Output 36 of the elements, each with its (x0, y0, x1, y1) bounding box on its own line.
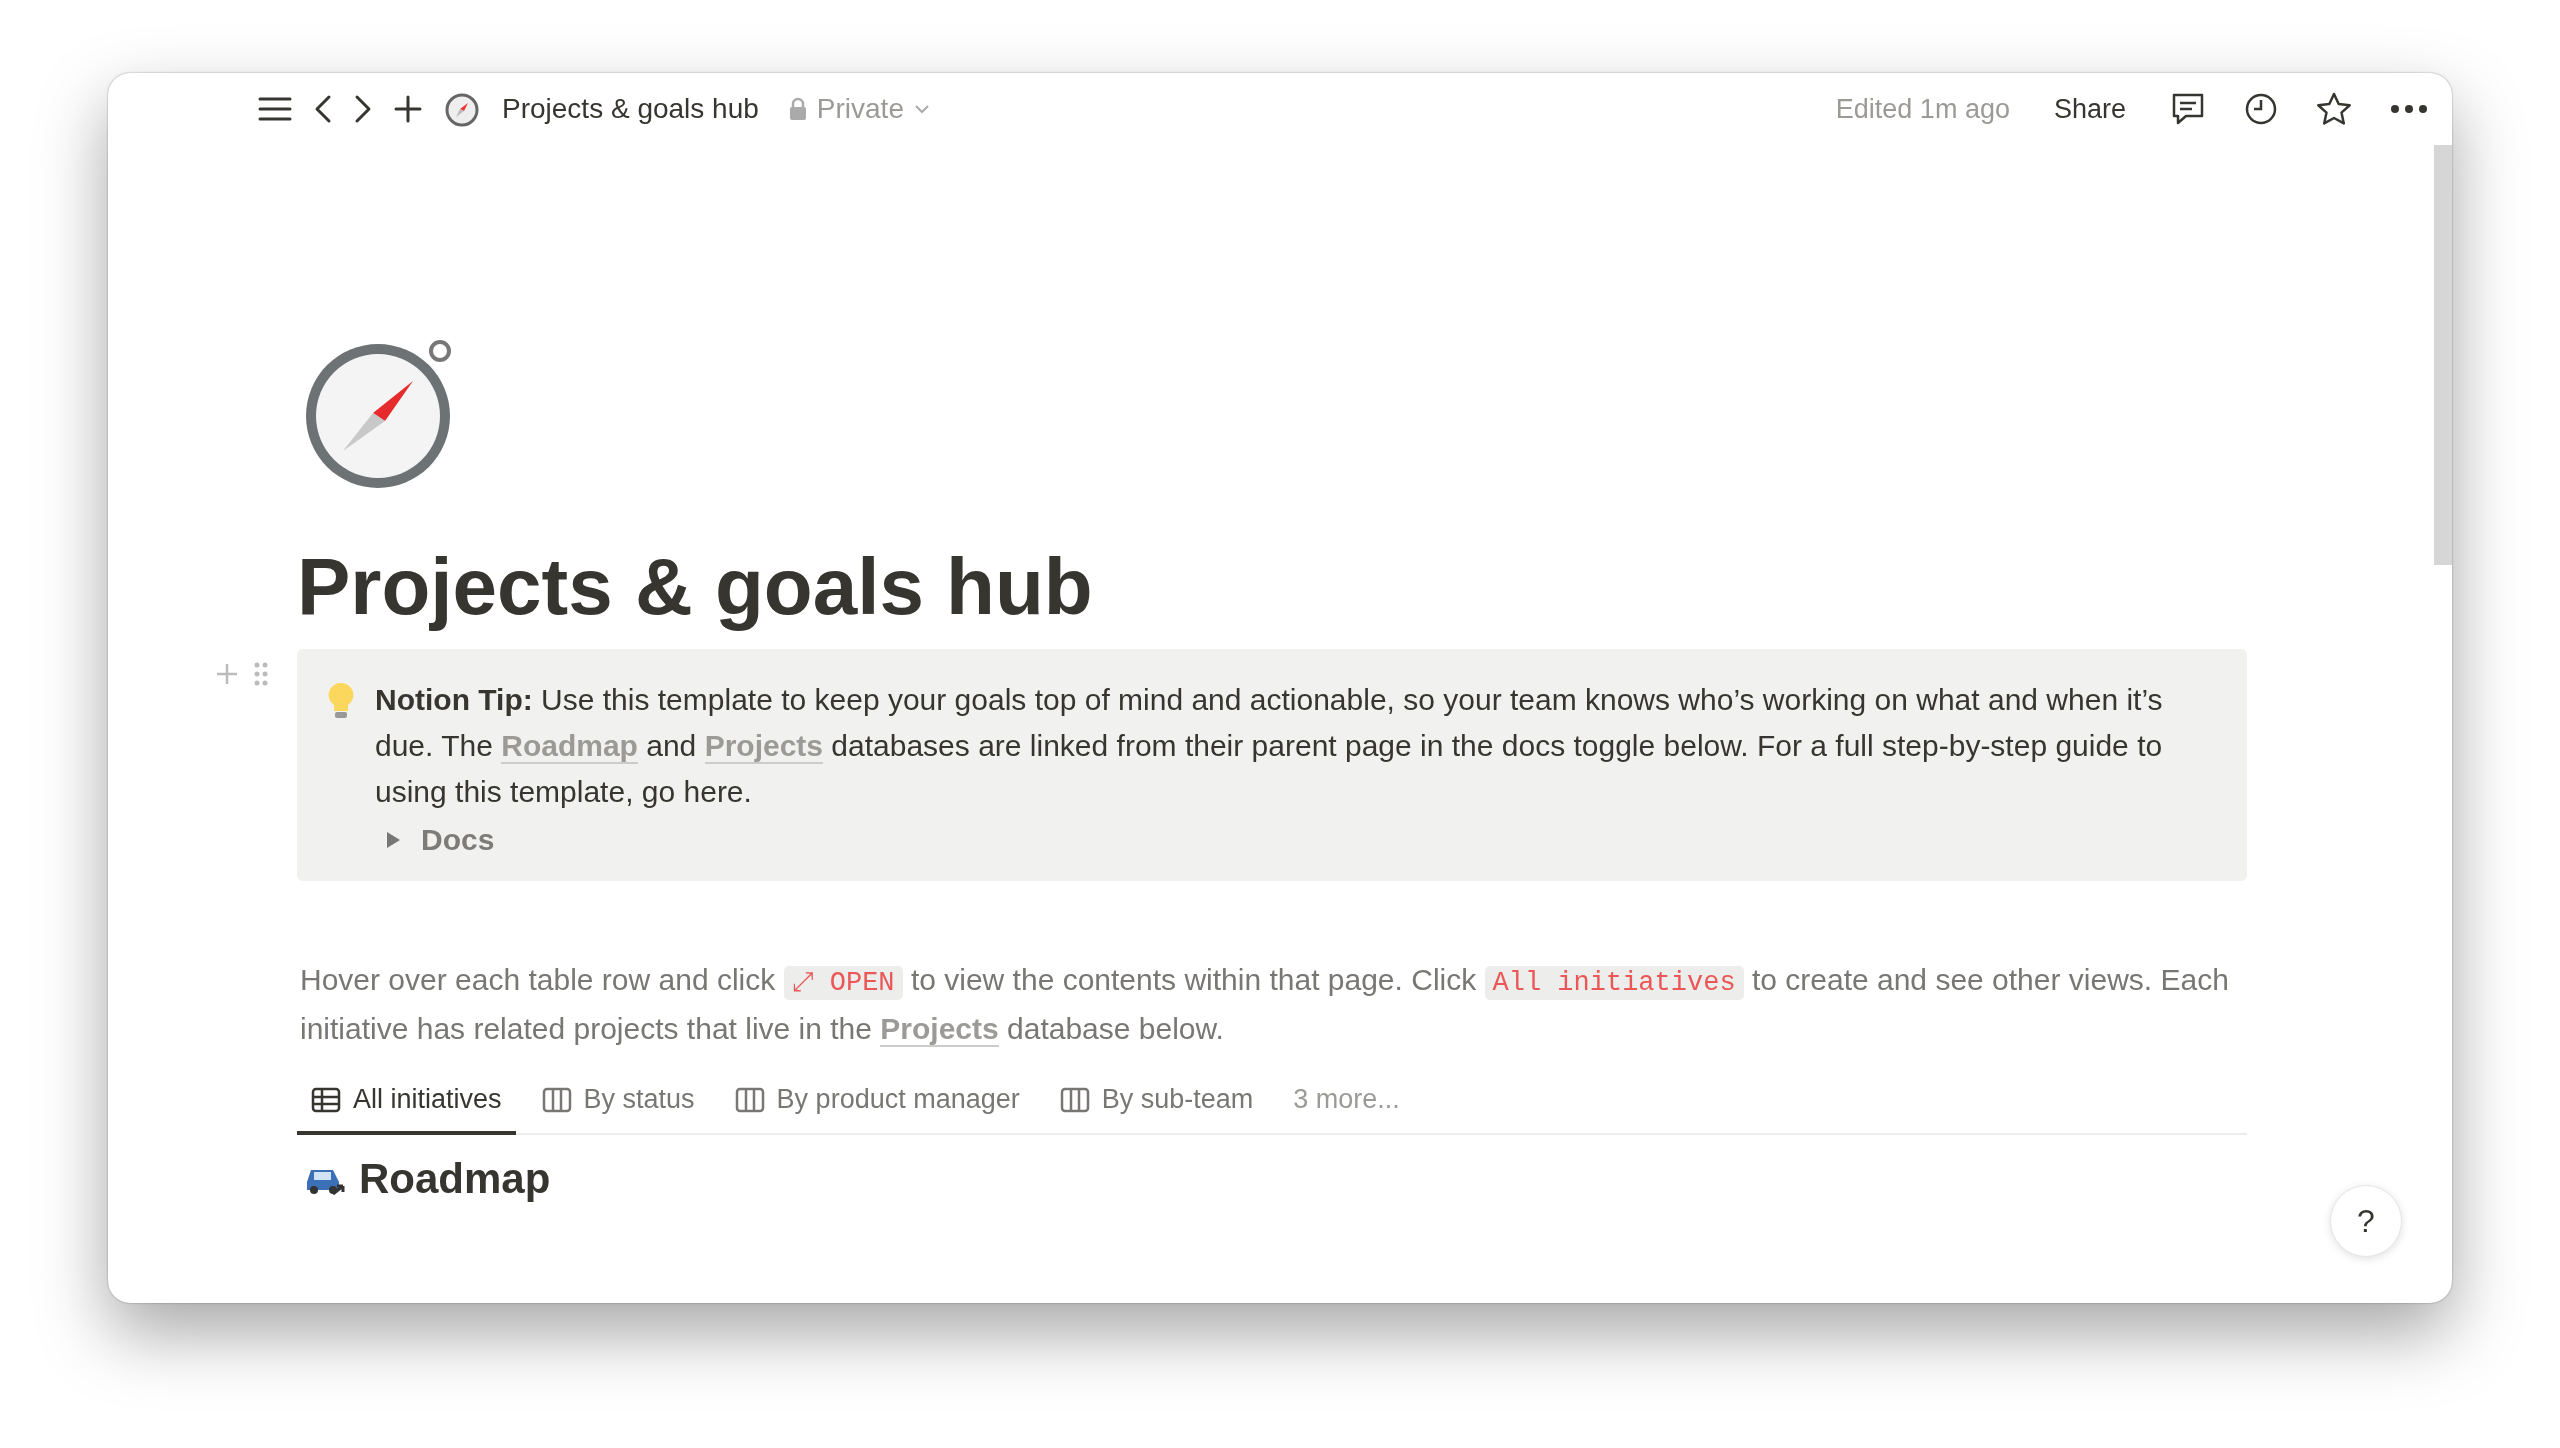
comment-icon[interactable] (2170, 92, 2206, 126)
database-title: Roadmap (359, 1155, 551, 1203)
view-tab[interactable]: All initiatives (297, 1068, 516, 1135)
page-title-breadcrumb[interactable]: Projects & goals hub (502, 93, 759, 125)
view-tab[interactable]: By status (527, 1068, 709, 1135)
plus-icon[interactable] (394, 95, 422, 123)
scrollbar-thumb[interactable] (2434, 145, 2452, 565)
database-link[interactable]: Projects (704, 729, 824, 764)
page-title: Projects & goals hub (297, 541, 1094, 633)
board-icon (1059, 1086, 1090, 1113)
chevron-down-icon (913, 104, 930, 114)
tip-text: Notion Tip: Use this template to keep your goals top of mind and actionable, so your team knows who’s working on what and when it’s due. The Roadmap and Projects databases are linked from their parent page in the docs toggle below. For a full step-by-step guide to using this template, go here. (375, 682, 2164, 810)
view-tab[interactable]: By sub-team (1045, 1068, 1268, 1135)
compass-icon (444, 91, 480, 127)
privacy-menu[interactable]: Private (788, 93, 930, 125)
star-icon[interactable] (2316, 92, 2352, 126)
clock-icon[interactable] (2244, 92, 2278, 126)
lock-icon (788, 97, 807, 121)
board-icon (734, 1086, 765, 1113)
help-button[interactable]: ? (2330, 1185, 2402, 1257)
more-icon[interactable] (2390, 104, 2428, 114)
inline-code: ⤢ OPEN (783, 966, 903, 1000)
share-button[interactable]: Share (2047, 89, 2132, 129)
edited-time: Edited 1m ago (1835, 93, 2010, 125)
intro-text: Hover over each table row and click ⤢ OPEN to view the contents within that page. Click All initiatives to create and see other views. Each initiative has related projects that live in the Projects database below. (300, 962, 2230, 1049)
light-bulb-icon (327, 681, 355, 721)
database-link[interactable]: Projects (880, 1012, 999, 1047)
view-tab[interactable]: By product manager (720, 1068, 1034, 1135)
table-icon (311, 1086, 341, 1113)
database-link[interactable]: Roadmap (501, 729, 638, 764)
board-icon (541, 1086, 572, 1113)
inline-code: All initiatives (1484, 966, 1744, 1000)
drag-handle-icon[interactable] (253, 661, 269, 687)
more-views-button[interactable]: 3 more... (1279, 1068, 1414, 1135)
docs-toggle[interactable]: Docs (385, 823, 2207, 857)
menu-icon[interactable] (258, 96, 292, 122)
